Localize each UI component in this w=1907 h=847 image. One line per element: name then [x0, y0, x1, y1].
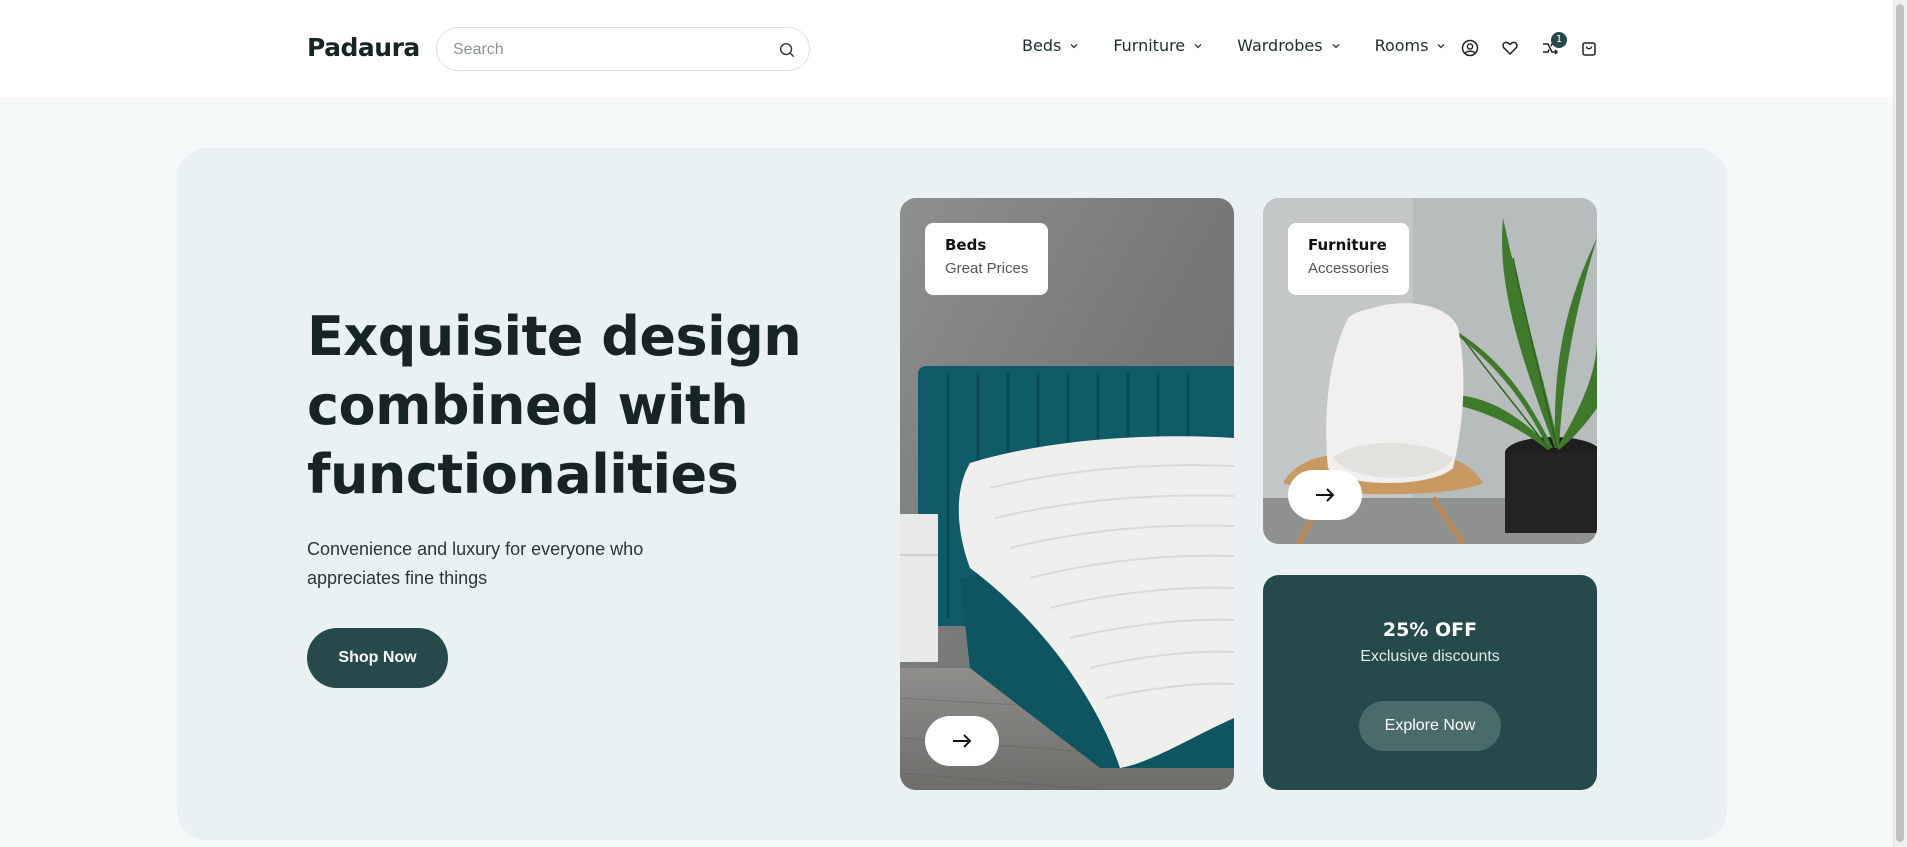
- furniture-tag: Furniture Accessories: [1288, 223, 1409, 295]
- furniture-arrow-button[interactable]: [1288, 470, 1362, 520]
- arrow-right-icon: [953, 734, 972, 748]
- chevron-down-icon: [1194, 43, 1202, 48]
- hero-subtitle: Convenience and luxury for everyone who …: [307, 539, 644, 588]
- scrollbar-thumb[interactable]: [1896, 4, 1904, 842]
- hero-headline: Exquisite design combined with functiona…: [307, 305, 802, 506]
- beds-card-subtitle: Great Prices: [945, 260, 1029, 277]
- brand-logo[interactable]: Padaura: [307, 33, 420, 62]
- promo-subtitle: Exclusive discounts: [1360, 648, 1500, 665]
- nav-item-label: Beds: [1022, 36, 1062, 55]
- nav-item-label: Wardrobes: [1237, 36, 1323, 55]
- nav-item-label: Furniture: [1113, 36, 1186, 55]
- promo-card: 25% OFF Exclusive discounts Explore Now: [1263, 575, 1597, 790]
- search-icon[interactable]: [778, 41, 796, 59]
- nav-item-label: Rooms: [1374, 36, 1429, 55]
- chevron-down-icon: [1332, 43, 1340, 48]
- chevron-down-icon: [1070, 43, 1078, 48]
- nav-item-furniture[interactable]: Furniture: [1113, 36, 1203, 55]
- compare-count-badge: 1: [1551, 32, 1567, 48]
- explore-now-button[interactable]: Explore Now: [1359, 701, 1501, 751]
- arrow-right-icon: [1316, 488, 1335, 502]
- search-input[interactable]: [453, 38, 753, 62]
- shop-now-button[interactable]: Shop Now: [307, 628, 448, 688]
- beds-card-title: Beds: [945, 236, 987, 254]
- nav-item-beds[interactable]: Beds: [1022, 36, 1079, 55]
- furniture-card-subtitle: Accessories: [1308, 260, 1389, 277]
- main-nav: Beds Furniture Wardrobes Rooms: [1022, 36, 1480, 55]
- nav-item-wardrobes[interactable]: Wardrobes: [1237, 36, 1340, 55]
- beds-tag: Beds Great Prices: [925, 223, 1049, 295]
- site-header: Padaura Beds Furniture Wardrobes Rooms: [0, 0, 1907, 97]
- furniture-card[interactable]: Furniture Accessories: [1263, 198, 1597, 544]
- cart-icon[interactable]: [1579, 38, 1599, 58]
- user-icon[interactable]: [1460, 38, 1480, 58]
- search-box[interactable]: [436, 27, 810, 71]
- nav-item-rooms[interactable]: Rooms: [1375, 36, 1447, 55]
- page-scrollbar[interactable]: [1893, 0, 1907, 847]
- promo-title: 25% OFF: [1382, 619, 1478, 641]
- beds-card[interactable]: Beds Great Prices: [900, 198, 1234, 790]
- heart-icon[interactable]: [1500, 38, 1520, 58]
- chevron-down-icon: [1438, 43, 1445, 48]
- beds-arrow-button[interactable]: [925, 716, 999, 766]
- furniture-card-title: Furniture: [1308, 236, 1387, 254]
